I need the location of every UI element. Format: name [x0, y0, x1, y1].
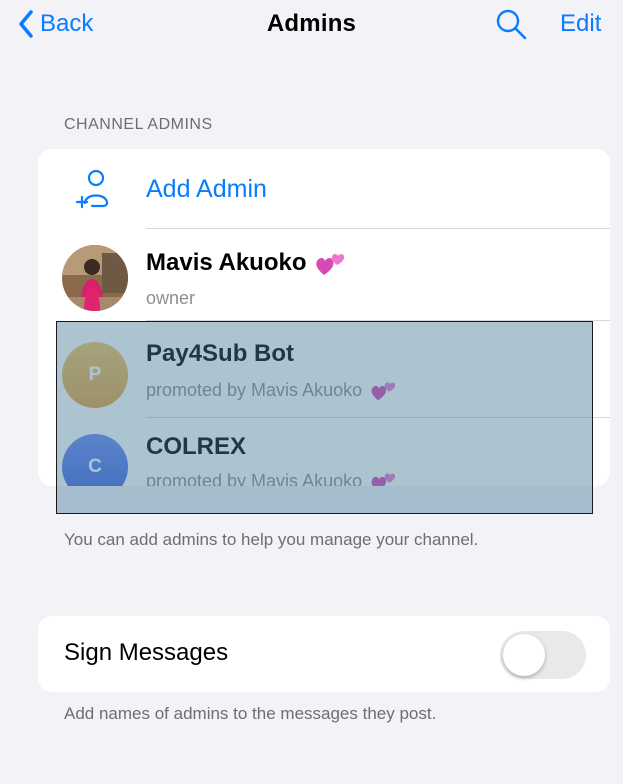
admins-footer-note: You can add admins to help you manage yo… [64, 530, 479, 549]
sign-messages-toggle[interactable] [500, 631, 586, 679]
search-button[interactable] [494, 7, 528, 41]
avatar [62, 245, 128, 311]
edit-button[interactable]: Edit [560, 10, 601, 38]
add-admin-label: Add Admin [146, 175, 267, 203]
admin-row-owner[interactable]: Mavis Akuoko owner [38, 229, 610, 321]
add-admin-row[interactable]: Add Admin [38, 149, 610, 229]
sign-messages-note: Add names of admins to the messages they… [64, 704, 437, 723]
admin-row-bot[interactable]: P Pay4Sub Bot promoted by Mavis Akuoko [38, 321, 610, 418]
profile-photo [62, 245, 128, 311]
two-hearts-icon [371, 382, 396, 401]
avatar: C [62, 434, 128, 486]
admin-role: promoted by Mavis Akuoko [146, 471, 398, 486]
admins-list: Add Admin Mavis Akuoko owner P Pay4Sub B… [38, 149, 610, 486]
navigation-bar: Back Admins Edit [0, 0, 623, 50]
avatar: P [62, 342, 128, 408]
section-header: CHANNEL ADMINS [64, 116, 213, 133]
admin-role: promoted by Mavis Akuoko [146, 380, 398, 402]
admin-name: Pay4Sub Bot [146, 340, 295, 367]
admin-name: Mavis Akuoko [146, 249, 347, 277]
search-icon [496, 9, 527, 40]
admin-row-colrex[interactable]: C COLREX promoted by Mavis Akuoko [38, 418, 610, 486]
admin-name: COLREX [146, 433, 247, 460]
page-title: Admins [266, 10, 357, 37]
add-person-icon [75, 169, 109, 209]
two-hearts-icon [315, 253, 344, 275]
two-hearts-icon [371, 473, 396, 486]
sign-messages-label: Sign Messages [64, 639, 229, 666]
admin-role: owner [146, 288, 196, 308]
toggle-knob [503, 634, 545, 676]
sign-messages-row: Sign Messages [38, 616, 610, 692]
